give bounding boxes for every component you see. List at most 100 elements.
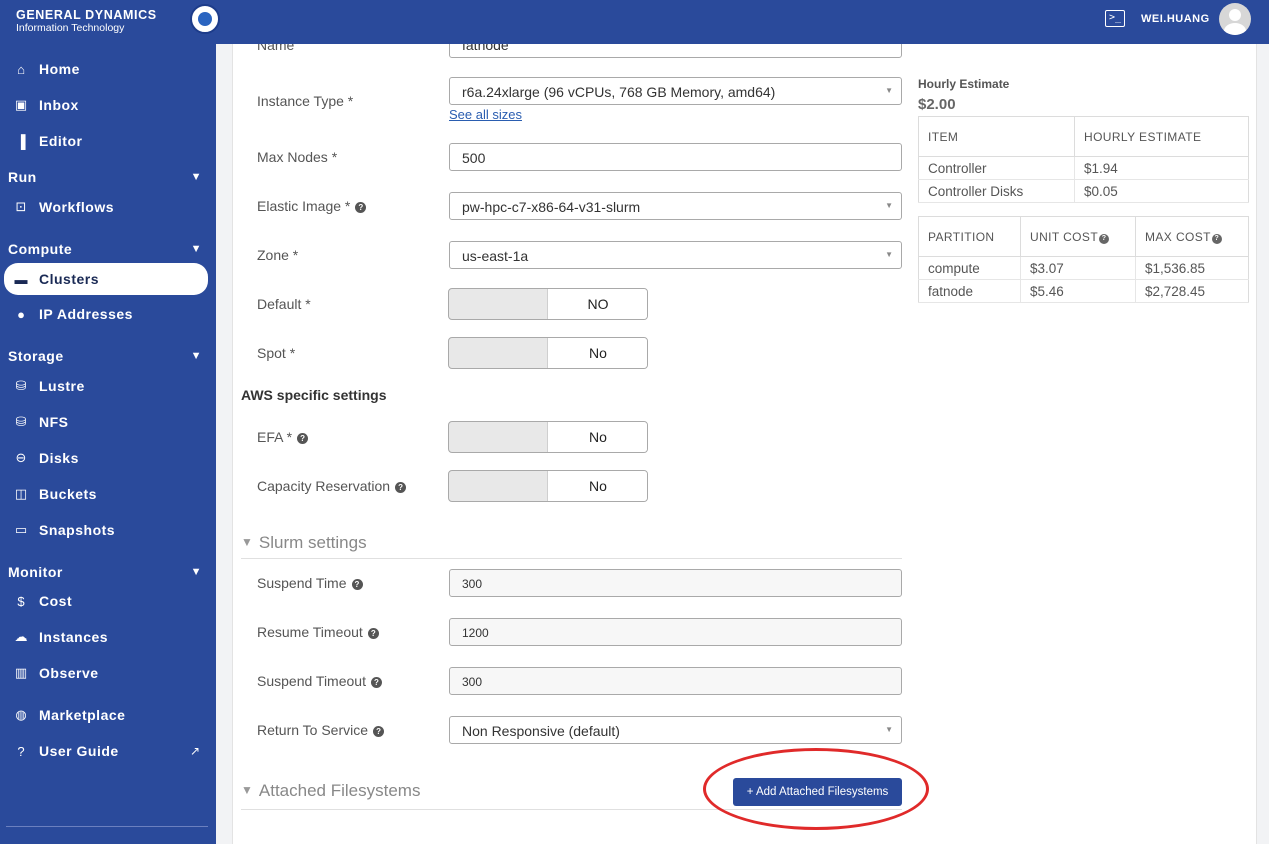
spot-label: Spot * [257, 345, 296, 361]
avatar-body [1224, 23, 1246, 35]
globe-icon: ◍ [15, 707, 27, 722]
resume-timeout-field[interactable]: 1200 [449, 618, 902, 646]
section-run[interactable]: Run ▼ [0, 164, 216, 190]
terminal-icon[interactable]: >_ [1105, 10, 1125, 27]
column-header: HOURLY ESTIMATE [1074, 116, 1249, 157]
efa-toggle-value: No [547, 422, 647, 452]
help-icon[interactable]: ? [395, 482, 407, 493]
seal-logo-icon [190, 4, 220, 34]
help-icon[interactable]: ? [367, 628, 379, 639]
return-to-service-select[interactable]: Non Responsive (default) [449, 716, 902, 744]
sidebar-item-ip-addresses[interactable]: ● IP Addresses [4, 298, 208, 330]
help-icon[interactable]: ? [370, 677, 382, 688]
sidebar-item-label: Instances [39, 629, 109, 645]
add-attached-filesystems-button[interactable]: + Add Attached Filesystems [733, 778, 902, 806]
attached-filesystems-title: Attached Filesystems [258, 781, 421, 800]
username[interactable]: WEI.HUANG [1141, 13, 1210, 25]
sidebar-item-workflows[interactable]: ⊡ Workflows [4, 191, 208, 223]
suspend-timeout-label: Suspend Timeout? [257, 673, 382, 689]
sidebar-item-label: Editor [39, 133, 83, 149]
hourly-estimate-total: $2.00 [918, 96, 956, 113]
help-icon[interactable]: ? [1211, 233, 1222, 244]
elastic-image-select[interactable]: pw-hpc-c7-x86-64-v31-slurm [449, 192, 902, 220]
sidebar-item-label: Disks [39, 450, 79, 466]
sidebar-item-label: Clusters [39, 271, 100, 287]
bucket-icon: ◫ [14, 486, 28, 501]
column-header: ITEM [918, 116, 1075, 157]
column-header-text: MAX COST [1145, 229, 1211, 244]
home-icon: ⌂ [17, 61, 25, 77]
table-cell: $3.07 [1020, 256, 1136, 280]
avatar[interactable] [1219, 3, 1251, 35]
bar-chart-icon: ▥ [14, 665, 28, 680]
sidebar-item-inbox[interactable]: ▣ Inbox [4, 89, 208, 121]
sidebar-item-user-guide[interactable]: ? User Guide ↗ [4, 735, 208, 767]
section-storage[interactable]: Storage ▼ [0, 343, 216, 369]
help-icon[interactable]: ? [373, 726, 385, 737]
suspend-timeout-field[interactable]: 300 [449, 667, 902, 695]
column-header: PARTITION [918, 216, 1021, 257]
capacity-reservation-label: Capacity Reservation? [257, 478, 407, 494]
chevron-down-icon: ▼ [241, 783, 253, 797]
efa-toggle[interactable]: No [448, 421, 648, 453]
max-nodes-field[interactable]: 500 [449, 143, 902, 171]
capacity-reservation-toggle-value: No [547, 471, 647, 501]
chevron-down-icon: ▼ [190, 171, 202, 183]
help-icon[interactable]: ? [355, 202, 367, 213]
sidebar-item-cost[interactable]: $ Cost [4, 585, 208, 617]
spot-toggle-value: No [547, 338, 647, 368]
table-row: fatnode $5.46 $2,728.45 [918, 279, 1249, 303]
spot-toggle[interactable]: No [448, 337, 648, 369]
sidebar-item-editor[interactable]: ▐ Editor [4, 125, 208, 157]
sidebar-item-home[interactable]: ⌂ Home [4, 53, 208, 85]
capacity-reservation-toggle[interactable]: No [448, 470, 648, 502]
sidebar-item-lustre[interactable]: ⛁ Lustre [4, 370, 208, 402]
instance-type-select[interactable]: r6a.24xlarge (96 vCPUs, 768 GB Memory, a… [449, 77, 902, 105]
sidebar-item-snapshots[interactable]: ▭ Snapshots [4, 514, 208, 546]
sidebar-item-clusters[interactable]: ▬ Clusters [4, 263, 208, 295]
sidebar-item-instances[interactable]: ☁ Instances [4, 621, 208, 653]
suspend-time-field[interactable]: 300 [449, 569, 902, 597]
server-icon: ▬ [14, 271, 28, 287]
zone-select[interactable]: us-east-1a [449, 241, 902, 269]
cloud-icon: ☁ [14, 629, 28, 644]
map-pin-icon: ● [17, 306, 25, 322]
default-toggle[interactable]: NO [448, 288, 648, 320]
default-toggle-value: NO [547, 289, 647, 319]
suspend-time-label-text: Suspend Time [257, 575, 347, 591]
default-label: Default * [257, 296, 311, 312]
sidebar-item-marketplace[interactable]: ◍ Marketplace [4, 699, 208, 731]
inbox-icon: ▣ [14, 97, 28, 112]
help-icon[interactable]: ? [297, 433, 309, 444]
section-monitor[interactable]: Monitor ▼ [0, 559, 216, 585]
sidebar-item-observe[interactable]: ▥ Observe [4, 657, 208, 689]
table-cell: $1,536.85 [1135, 256, 1249, 280]
top-bar: GENERAL DYNAMICS Information Technology … [0, 0, 1269, 44]
avatar-head [1229, 9, 1241, 21]
sidebar-item-buckets[interactable]: ◫ Buckets [4, 478, 208, 510]
dollar-icon: $ [17, 593, 25, 609]
efa-label-text: EFA * [257, 429, 293, 445]
elastic-image-label-text: Elastic Image * [257, 198, 351, 214]
sidebar-item-nfs[interactable]: ⛁ NFS [4, 406, 208, 438]
capacity-reservation-label-text: Capacity Reservation [257, 478, 391, 494]
section-label: Compute [8, 241, 73, 257]
sidebar-divider [6, 826, 208, 827]
slurm-settings-header[interactable]: ▼ Slurm settings [241, 533, 902, 559]
partition-cost-table: PARTITION UNIT COST? MAX COST? compute $… [918, 216, 1249, 303]
brand-subtitle: Information Technology [16, 22, 125, 34]
storage-icon: ⛁ [15, 378, 27, 393]
brand-logo[interactable]: GENERAL DYNAMICS Information Technology [16, 8, 157, 34]
help-icon[interactable]: ? [1099, 233, 1110, 244]
resume-timeout-label-text: Resume Timeout [257, 624, 363, 640]
sidebar-item-label: Marketplace [39, 707, 126, 723]
see-all-sizes-link[interactable]: See all sizes [449, 107, 522, 122]
table-row: Controller Disks $0.05 [918, 179, 1249, 203]
monitor-icon: ▭ [14, 522, 28, 537]
sidebar-item-label: Cost [39, 593, 73, 609]
sidebar-item-disks[interactable]: ⊖ Disks [4, 442, 208, 474]
section-compute[interactable]: Compute ▼ [0, 236, 216, 262]
help-icon[interactable]: ? [351, 579, 363, 590]
terminal-icon: ⊡ [15, 199, 27, 214]
brand-name: GENERAL DYNAMICS [16, 8, 157, 22]
